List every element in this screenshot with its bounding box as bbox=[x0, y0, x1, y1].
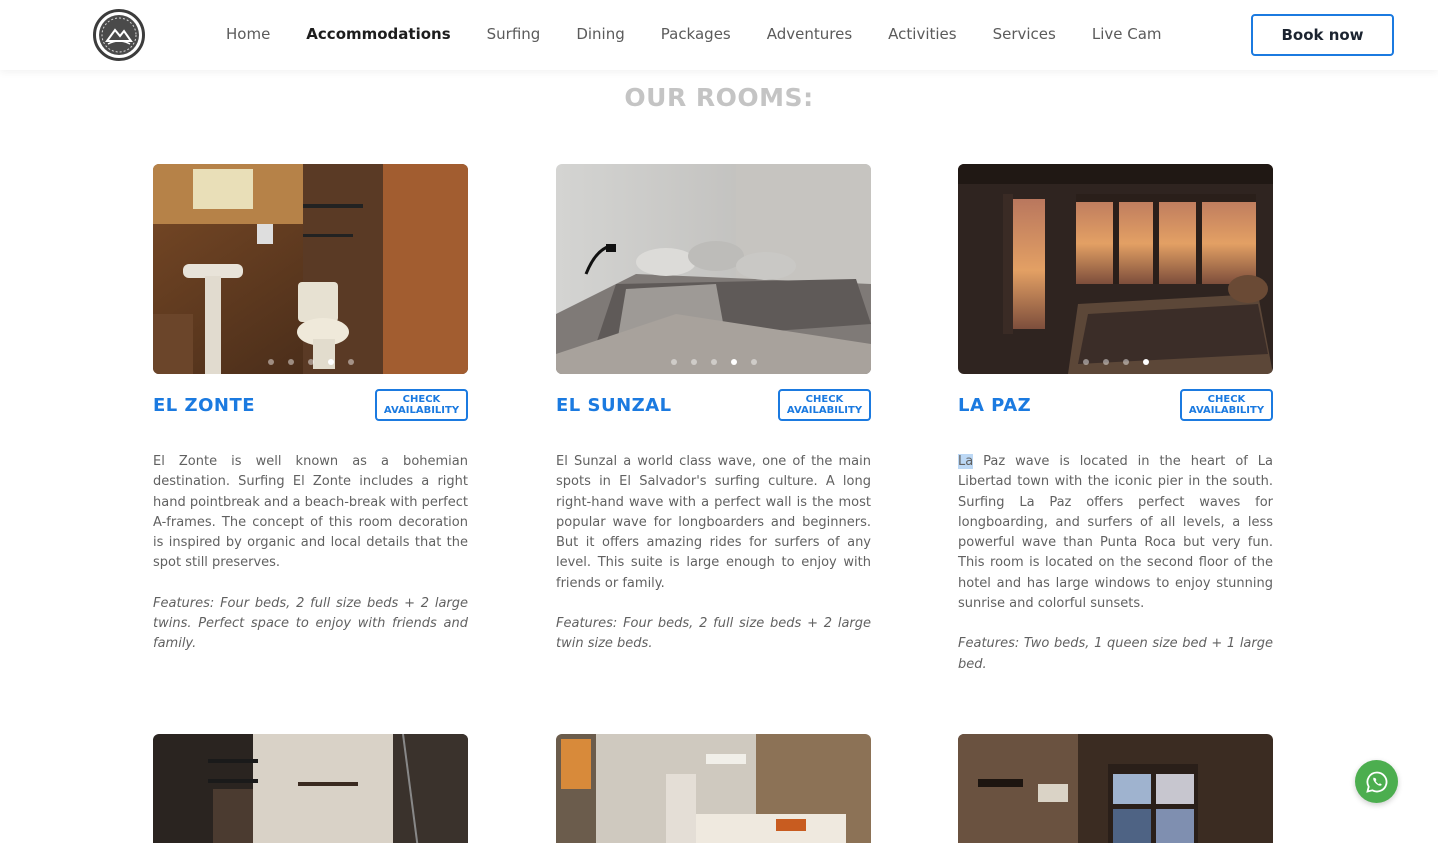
nav-surfing[interactable]: Surfing bbox=[487, 25, 541, 43]
carousel-dot[interactable] bbox=[347, 359, 354, 365]
carousel-dot[interactable] bbox=[750, 359, 757, 365]
room-description: El Zonte is well known as a bohemian des… bbox=[153, 454, 468, 571]
carousel-dot[interactable] bbox=[267, 359, 274, 365]
carousel-dot[interactable] bbox=[690, 359, 697, 365]
main-nav: Home Accommodations Surfing Dining Packa… bbox=[226, 0, 1198, 68]
room-name: LA PAZ bbox=[958, 395, 1032, 416]
room-card-el-sunzal: EL SUNZAL CHECK AVAILABILITY El Sunzal a… bbox=[556, 164, 871, 655]
room-features: Features: Two beds, 1 queen size bed + 1… bbox=[958, 636, 1273, 672]
room-features: Features: Four beds, 2 full size beds + … bbox=[153, 595, 468, 652]
nav-dining[interactable]: Dining bbox=[576, 25, 624, 43]
room-photo-el-zonte[interactable] bbox=[153, 164, 468, 374]
nav-accommodations[interactable]: Accommodations bbox=[306, 25, 450, 43]
whatsapp-icon bbox=[1365, 771, 1387, 793]
check-availability-button[interactable]: CHECK AVAILABILITY bbox=[375, 389, 468, 421]
carousel-dot-active[interactable] bbox=[327, 359, 334, 365]
room-photo-el-sunzal[interactable] bbox=[556, 164, 871, 374]
carousel-dot-active[interactable] bbox=[730, 359, 737, 365]
check-availability-button[interactable]: CHECK AVAILABILITY bbox=[1180, 389, 1273, 421]
nav-services[interactable]: Services bbox=[993, 25, 1056, 43]
carousel-dot[interactable] bbox=[710, 359, 717, 365]
hotel-logo-icon[interactable] bbox=[93, 9, 145, 61]
book-now-button[interactable]: Book now bbox=[1251, 14, 1394, 56]
room-photo-next-2[interactable] bbox=[556, 734, 871, 843]
room-card-el-zonte: EL ZONTE CHECK AVAILABILITY El Zonte is … bbox=[153, 164, 468, 655]
carousel-dot[interactable] bbox=[1122, 359, 1129, 365]
carousel-dot-active[interactable] bbox=[1142, 359, 1149, 365]
nav-home[interactable]: Home bbox=[226, 25, 270, 43]
room-description: La Paz wave is located in the heart of L… bbox=[958, 452, 1273, 614]
carousel-dot[interactable] bbox=[287, 359, 294, 365]
carousel-dot[interactable] bbox=[1102, 359, 1109, 365]
carousel-dot[interactable] bbox=[307, 359, 314, 365]
nav-adventures[interactable]: Adventures bbox=[767, 25, 852, 43]
room-photo-la-paz[interactable] bbox=[958, 164, 1273, 374]
room-name: EL SUNZAL bbox=[556, 395, 672, 416]
carousel-dot[interactable] bbox=[670, 359, 677, 365]
check-availability-button[interactable]: CHECK AVAILABILITY bbox=[778, 389, 871, 421]
carousel-dots bbox=[153, 359, 468, 365]
room-description-text: Paz wave is located in the heart of La L… bbox=[958, 454, 1273, 612]
site-header: Home Accommodations Surfing Dining Packa… bbox=[0, 0, 1438, 70]
room-photo-next-3[interactable] bbox=[958, 734, 1273, 843]
room-photo-next-1[interactable] bbox=[153, 734, 468, 843]
room-description: El Sunzal a world class wave, one of the… bbox=[556, 454, 871, 591]
whatsapp-chat-button[interactable] bbox=[1355, 760, 1398, 803]
nav-live-cam[interactable]: Live Cam bbox=[1092, 25, 1162, 43]
carousel-dot[interactable] bbox=[1082, 359, 1089, 365]
room-card-la-paz: LA PAZ CHECK AVAILABILITY La Paz wave is… bbox=[958, 164, 1273, 675]
nav-packages[interactable]: Packages bbox=[661, 25, 731, 43]
carousel-dots bbox=[556, 359, 871, 365]
selected-text: La bbox=[958, 454, 974, 469]
room-name: EL ZONTE bbox=[153, 395, 256, 416]
carousel-dots bbox=[958, 359, 1273, 365]
section-title: OUR ROOMS: bbox=[624, 83, 814, 112]
nav-activities[interactable]: Activities bbox=[888, 25, 956, 43]
room-features: Features: Four beds, 2 full size beds + … bbox=[556, 616, 871, 652]
